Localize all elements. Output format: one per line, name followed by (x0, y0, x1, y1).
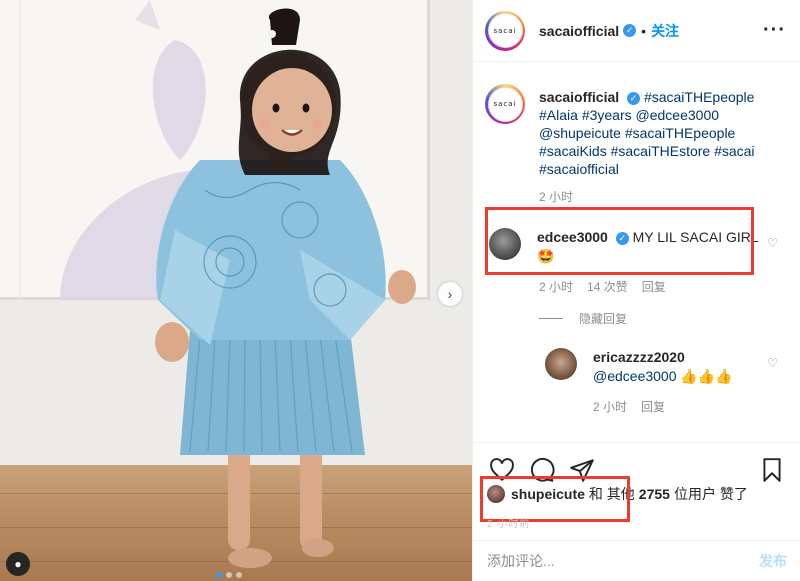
hashtag[interactable]: #sacaiTHEpeople (625, 125, 736, 141)
mention[interactable]: @edcee3000 (636, 107, 720, 123)
child-figure (155, 8, 416, 568)
reply-emoji: 👍👍👍 (680, 368, 733, 384)
comment-likes-count[interactable]: 14 次赞 (587, 278, 628, 295)
replier-username[interactable]: ericazzzz2020 (593, 349, 685, 365)
post-details-panel: sacai sacaiofficial ✓ • 关注 ··· sacai sac… (472, 0, 800, 581)
reply-item: ericazzzz2020 @edcee3000 👍👍👍 (473, 348, 800, 386)
comment-input[interactable] (487, 553, 759, 569)
carousel-dot (216, 572, 222, 578)
likes-suffix: 位用户 赞了 (673, 486, 748, 502)
more-horizontal-icon[interactable]: ··· (763, 19, 786, 42)
bookmark-icon (763, 457, 781, 482)
verified-badge-icon: ✓ (627, 91, 641, 105)
reply-timestamp: 2 小时 (593, 400, 628, 414)
hashtag[interactable]: #Alaia (539, 107, 578, 123)
add-comment-bar: 发布 (473, 540, 800, 581)
mention[interactable]: @shupeicute (539, 125, 621, 141)
caption-avatar[interactable]: sacai (485, 84, 525, 124)
author-avatar[interactable]: sacai (485, 10, 525, 51)
verified-badge-icon: ✓ (623, 24, 637, 37)
divider-line (539, 318, 563, 319)
post-timestamp: 2 小时前 (487, 519, 531, 530)
follow-separator: • (641, 22, 647, 39)
hashtag[interactable]: #sacaiofficial (539, 161, 619, 177)
next-photo-button[interactable]: › (438, 282, 462, 306)
comments-area: sacai sacaiofficial ✓ #sacaiTHEpeople #A… (473, 74, 800, 205)
reply-mention[interactable]: @edcee3000 (593, 368, 677, 384)
post-caption: sacai sacaiofficial ✓ #sacaiTHEpeople #A… (473, 74, 800, 178)
hashtag[interactable]: #sacai (714, 143, 754, 159)
reply-like-heart-icon[interactable]: ♡ (767, 356, 778, 370)
reply-button[interactable]: 回复 (641, 398, 665, 415)
comment-meta: 2 小时 14 次赞 回复 (539, 278, 666, 295)
caption-timestamp: 2 小时 (539, 190, 574, 204)
follow-button[interactable]: 关注 (651, 21, 679, 41)
carousel-dot (226, 572, 232, 578)
post-photo[interactable]: › ● (0, 0, 472, 581)
reply-text: ericazzzz2020 @edcee3000 👍👍👍 (593, 348, 733, 386)
author-avatar-logo: sacai (487, 13, 523, 48)
hashtag[interactable]: #sacaiTHEstore (611, 143, 711, 159)
hashtag[interactable]: #sacaiTHEpeople (644, 89, 755, 105)
caption-username[interactable]: sacaiofficial (539, 89, 619, 105)
carousel-dot (236, 572, 242, 578)
tagged-users-button[interactable]: ● (6, 552, 30, 576)
post-comment-button[interactable]: 发布 (759, 551, 787, 571)
caption-avatar-logo: sacai (487, 86, 523, 122)
post-header: sacai sacaiofficial ✓ • 关注 ··· (473, 0, 800, 62)
likes-count[interactable]: 2755 (639, 486, 670, 502)
hide-replies-label: 隐藏回复 (579, 312, 628, 326)
chevron-right-icon: › (447, 286, 453, 302)
replier-avatar[interactable] (545, 348, 577, 380)
author-username[interactable]: sacaiofficial (539, 23, 619, 39)
hashtag[interactable]: #sacaiKids (539, 143, 607, 159)
carousel-indicator (216, 572, 242, 578)
hashtag[interactable]: #3years (582, 107, 632, 123)
reply-meta: 2 小时 回复 (593, 398, 665, 415)
reply-button[interactable]: 回复 (642, 278, 666, 295)
save-button[interactable] (757, 456, 787, 484)
caption-text: sacaiofficial ✓ #sacaiTHEpeople #Alaia #… (539, 88, 779, 178)
comment-timestamp: 2 小时 (539, 280, 574, 294)
hide-replies-button[interactable]: 隐藏回复 (539, 310, 627, 327)
highlight-box (485, 207, 754, 275)
user-icon: ● (14, 557, 22, 571)
comment-like-heart-icon[interactable]: ♡ (767, 236, 778, 250)
